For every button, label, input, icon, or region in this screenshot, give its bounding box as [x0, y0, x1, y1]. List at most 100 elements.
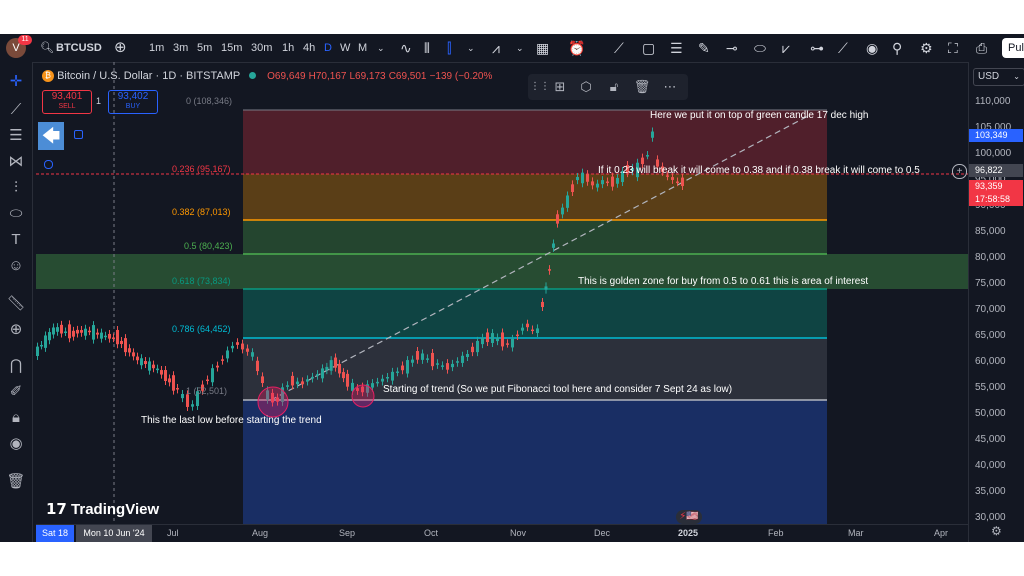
sell-button[interactable]: 93,401 SELL — [42, 90, 92, 114]
candle — [516, 334, 519, 337]
price-label: 85,000 — [975, 226, 1006, 237]
magnet-icon[interactable]: ⋂ — [6, 356, 26, 376]
price-tag-blue: 103,349 — [969, 129, 1023, 142]
fib-tool-icon[interactable]: ☰ — [6, 126, 26, 146]
publish-button[interactable]: Pul — [1002, 38, 1024, 58]
price-tag-current-value: 93,359 — [975, 181, 1003, 191]
trendline-tool-icon[interactable]: ⟋ — [6, 100, 26, 120]
currency-selector[interactable]: USD ⌄ — [973, 68, 1024, 86]
legend-title[interactable]: Bitcoin / U.S. Dollar · 1D · BITSTAMP — [57, 70, 240, 82]
interval-1m[interactable]: 1m — [149, 34, 164, 62]
layout-icon[interactable]: ▦ — [536, 34, 549, 62]
month-label-apr: Apr — [934, 528, 949, 538]
line-chart-icon[interactable]: ∿ — [400, 34, 412, 62]
magnet-icon[interactable]: ⚲ — [892, 34, 902, 62]
chevron-down-icon[interactable]: ⌄ — [467, 34, 475, 62]
rectangle-icon[interactable]: ▢ — [642, 34, 655, 62]
bar-chart-icon[interactable]: ⫴ — [424, 34, 430, 62]
horizontal-line-icon[interactable]: ⊸ — [726, 34, 738, 62]
month-label-aug: Aug — [252, 528, 269, 538]
alert-icon[interactable]: ⏰ — [568, 34, 585, 62]
candle — [148, 361, 151, 371]
brush-icon[interactable]: ✎ — [698, 34, 710, 62]
trash-icon[interactable]: 🗑︎ — [632, 77, 652, 97]
annotation-last-low[interactable]: This the last low before starting the tr… — [141, 415, 322, 426]
emoji-tool-icon[interactable]: ☺ — [6, 256, 26, 276]
interval-m[interactable]: M — [358, 34, 367, 62]
chevron-down-icon[interactable]: ⌄ — [377, 34, 385, 62]
price-axis[interactable]: USD ⌄ 110,000105,000100,00095,00090,0008… — [968, 62, 1024, 542]
trendline-icon[interactable]: ⟋ — [614, 34, 624, 62]
chevron-down-icon[interactable]: ⌄ — [516, 34, 524, 62]
annotation-top[interactable]: Here we put it on top of green candle 17… — [650, 110, 868, 121]
interval-4h[interactable]: 4h — [303, 34, 315, 62]
fib-icon[interactable]: ☰ — [670, 34, 683, 62]
drag-handle-icon[interactable]: ⋮⋮ — [530, 77, 550, 97]
templates-icon[interactable]: ⊞ — [550, 77, 570, 97]
candle — [376, 381, 379, 384]
candle — [531, 329, 534, 332]
indicators-icon[interactable]: ⩘ — [492, 34, 500, 62]
annotation-trend-start[interactable]: Starting of trend (So we put Fibonacci t… — [383, 384, 732, 395]
add-alert-icon[interactable]: + — [952, 164, 967, 179]
prediction-tool-icon[interactable]: ⫶ — [6, 178, 26, 198]
fib-label-0: 0 (108,346) — [186, 96, 233, 106]
interval-30m[interactable]: 30m — [251, 34, 272, 62]
trash-icon[interactable]: 🗑︎ — [6, 472, 26, 492]
lock-drawing-icon[interactable]: ✐ — [6, 382, 26, 402]
price-label: 65,000 — [975, 330, 1006, 341]
fullscreen-icon[interactable]: ⛶ — [948, 34, 958, 62]
interval-3m[interactable]: 3m — [173, 34, 188, 62]
pattern-icon[interactable]: ⩗ — [782, 34, 790, 62]
price-label: 55,000 — [975, 382, 1006, 393]
events-icon[interactable]: ⚡🇺🇸 — [676, 510, 702, 524]
candle — [481, 337, 484, 345]
spread-value: 1 — [96, 96, 102, 106]
lock-icon[interactable]: 🔒︎ — [6, 408, 26, 428]
fib-zone-0618-0786 — [243, 289, 827, 338]
add-symbol-icon[interactable]: ⊕ — [114, 34, 127, 62]
avatar-letter: V — [12, 42, 20, 54]
settings-icon[interactable]: ⚙ — [920, 34, 933, 62]
back-arrow-icon[interactable]: 🡄 — [38, 122, 64, 150]
cursor-date-tag: Sat 18 — [36, 525, 74, 542]
buy-button[interactable]: 93,402 BUY — [108, 90, 158, 114]
zoom-in-icon[interactable]: ⊕ — [6, 320, 26, 340]
interval-w[interactable]: W — [340, 34, 350, 62]
candles-icon[interactable]: ⫿ — [447, 34, 451, 62]
candle — [511, 338, 514, 348]
shapes-tool-icon[interactable]: ⬭ — [6, 204, 26, 224]
settings-icon[interactable]: ⚙ — [991, 524, 1002, 538]
price-label: 75,000 — [975, 278, 1006, 289]
time-axis[interactable]: Sat 18 Mon 10 Jun '24 Jul Aug Sep Oct No… — [36, 524, 968, 542]
interval-d[interactable]: D — [324, 34, 332, 62]
settings-icon[interactable]: ⬡ — [576, 77, 596, 97]
camera-icon[interactable]: ⎙ — [976, 34, 987, 62]
more-icon[interactable]: ⋯ — [660, 77, 680, 97]
candle — [60, 324, 63, 334]
candle — [321, 368, 324, 379]
symbol-search[interactable]: BTCUSD — [56, 34, 102, 62]
candle — [44, 335, 47, 348]
interval-15m[interactable]: 15m — [221, 34, 242, 62]
pattern-tool-icon[interactable]: ⋈ — [6, 152, 26, 172]
candle — [251, 352, 254, 357]
price-chart[interactable] — [36, 62, 968, 524]
interval-1h[interactable]: 1h — [282, 34, 294, 62]
candle — [116, 329, 119, 345]
annotation-break[interactable]: If it 0.23 will break it will come to 0.… — [598, 165, 920, 176]
month-label-sep: Sep — [339, 528, 356, 538]
search-icon[interactable]: 🔍︎ — [40, 34, 54, 62]
interval-5m[interactable]: 5m — [197, 34, 212, 62]
shape-icon[interactable]: ⬭ — [754, 34, 766, 62]
eye-icon[interactable]: ◉ — [866, 34, 878, 62]
ray-icon[interactable]: ⊶ — [810, 34, 824, 62]
crosshair-icon[interactable]: ✛ — [6, 72, 26, 92]
text-tool-icon[interactable]: T — [6, 230, 26, 250]
candle — [136, 356, 139, 361]
annotation-golden-zone[interactable]: This is golden zone for buy from 0.5 to … — [578, 276, 868, 287]
eye-icon[interactable]: ◉ — [6, 434, 26, 454]
ruler-icon[interactable]: 📏︎ — [6, 294, 26, 314]
measure-icon[interactable]: ⟋ — [838, 34, 848, 62]
unlock-icon[interactable]: 🔓︎ — [604, 77, 624, 97]
